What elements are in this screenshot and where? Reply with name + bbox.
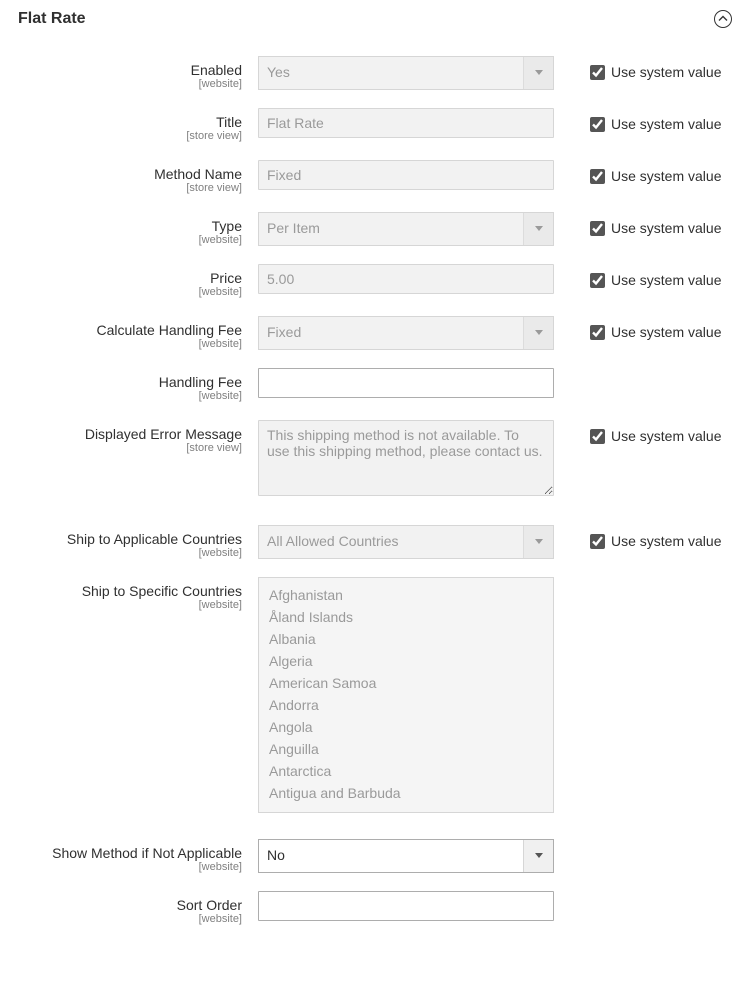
label-method: Method Name — [18, 166, 242, 182]
country-option: Åland Islands — [263, 606, 549, 628]
scope-errmsg: [store view] — [18, 442, 242, 454]
row-method: Method Name [store view] Use system valu… — [18, 160, 732, 194]
section-title: Flat Rate — [18, 10, 86, 28]
country-option: Afghanistan — [263, 584, 549, 606]
title-system-label[interactable]: Use system value — [611, 116, 721, 132]
collapse-icon[interactable] — [714, 10, 732, 28]
scope-specific: [website] — [18, 599, 242, 611]
country-option: Antarctica — [263, 760, 549, 782]
calcfee-select-value: Fixed — [259, 317, 523, 349]
scope-sortorder: [website] — [18, 913, 242, 925]
label-calcfee: Calculate Handling Fee — [18, 322, 242, 338]
price-system-checkbox[interactable] — [590, 273, 605, 288]
method-input — [258, 160, 554, 190]
calcfee-select: Fixed — [258, 316, 554, 350]
scope-method: [store view] — [18, 182, 242, 194]
row-sortorder: Sort Order [website] — [18, 891, 732, 925]
row-handlefee: Handling Fee [website] — [18, 368, 732, 402]
method-system-checkbox[interactable] — [590, 169, 605, 184]
chevron-down-icon — [523, 57, 553, 89]
row-errmsg: Displayed Error Message [store view] Thi… — [18, 420, 732, 499]
calcfee-system-label[interactable]: Use system value — [611, 324, 721, 340]
enabled-system-checkbox[interactable] — [590, 65, 605, 80]
country-option: Angola — [263, 716, 549, 738]
scope-price: [website] — [18, 286, 242, 298]
row-showmethod: Show Method if Not Applicable [website] … — [18, 839, 732, 873]
type-select: Per Item — [258, 212, 554, 246]
row-price: Price [website] Use system value — [18, 264, 732, 298]
country-option: Algeria — [263, 650, 549, 672]
label-showmethod: Show Method if Not Applicable — [18, 845, 242, 861]
scope-title: [store view] — [18, 130, 242, 142]
row-calcfee: Calculate Handling Fee [website] Fixed U… — [18, 316, 732, 350]
row-specific: Ship to Specific Countries [website] Afg… — [18, 577, 732, 813]
country-option: Antigua and Barbuda — [263, 782, 549, 804]
label-type: Type — [18, 218, 242, 234]
scope-handlefee: [website] — [18, 390, 242, 402]
showmethod-select-value: No — [259, 840, 523, 872]
type-select-value: Per Item — [259, 213, 523, 245]
label-errmsg: Displayed Error Message — [18, 426, 242, 442]
specific-countries-multiselect: AfghanistanÅland IslandsAlbaniaAlgeriaAm… — [258, 577, 554, 813]
country-option: Andorra — [263, 694, 549, 716]
chevron-down-icon — [523, 526, 553, 558]
row-title: Title [store view] Use system value — [18, 108, 732, 142]
errmsg-system-checkbox[interactable] — [590, 429, 605, 444]
chevron-down-icon — [523, 213, 553, 245]
scope-type: [website] — [18, 234, 242, 246]
label-enabled: Enabled — [18, 62, 242, 78]
showmethod-select[interactable]: No — [258, 839, 554, 873]
errmsg-system-label[interactable]: Use system value — [611, 428, 721, 444]
country-option: American Samoa — [263, 672, 549, 694]
section-header: Flat Rate — [18, 10, 732, 28]
scope-enabled: [website] — [18, 78, 242, 90]
row-enabled: Enabled [website] Yes Use system value — [18, 56, 732, 90]
scope-calcfee: [website] — [18, 338, 242, 350]
row-applic: Ship to Applicable Countries [website] A… — [18, 525, 732, 559]
applic-select: All Allowed Countries — [258, 525, 554, 559]
label-price: Price — [18, 270, 242, 286]
applic-system-label[interactable]: Use system value — [611, 533, 721, 549]
type-system-checkbox[interactable] — [590, 221, 605, 236]
handlefee-input[interactable] — [258, 368, 554, 398]
errmsg-textarea: This shipping method is not available. T… — [258, 420, 554, 496]
row-type: Type [website] Per Item Use system value — [18, 212, 732, 246]
enabled-system-label[interactable]: Use system value — [611, 64, 721, 80]
title-input — [258, 108, 554, 138]
enabled-select: Yes — [258, 56, 554, 90]
sortorder-input[interactable] — [258, 891, 554, 921]
scope-applic: [website] — [18, 547, 242, 559]
label-specific: Ship to Specific Countries — [18, 583, 242, 599]
method-system-label[interactable]: Use system value — [611, 168, 721, 184]
scope-showmethod: [website] — [18, 861, 242, 873]
country-option: Albania — [263, 628, 549, 650]
country-option: Anguilla — [263, 738, 549, 760]
price-system-label[interactable]: Use system value — [611, 272, 721, 288]
applic-select-value: All Allowed Countries — [259, 526, 523, 558]
type-system-label[interactable]: Use system value — [611, 220, 721, 236]
calcfee-system-checkbox[interactable] — [590, 325, 605, 340]
label-applic: Ship to Applicable Countries — [18, 531, 242, 547]
label-title: Title — [18, 114, 242, 130]
title-system-checkbox[interactable] — [590, 117, 605, 132]
chevron-down-icon[interactable] — [523, 840, 553, 872]
label-handlefee: Handling Fee — [18, 374, 242, 390]
enabled-select-value: Yes — [259, 57, 523, 89]
label-sortorder: Sort Order — [18, 897, 242, 913]
chevron-down-icon — [523, 317, 553, 349]
applic-system-checkbox[interactable] — [590, 534, 605, 549]
price-input — [258, 264, 554, 294]
